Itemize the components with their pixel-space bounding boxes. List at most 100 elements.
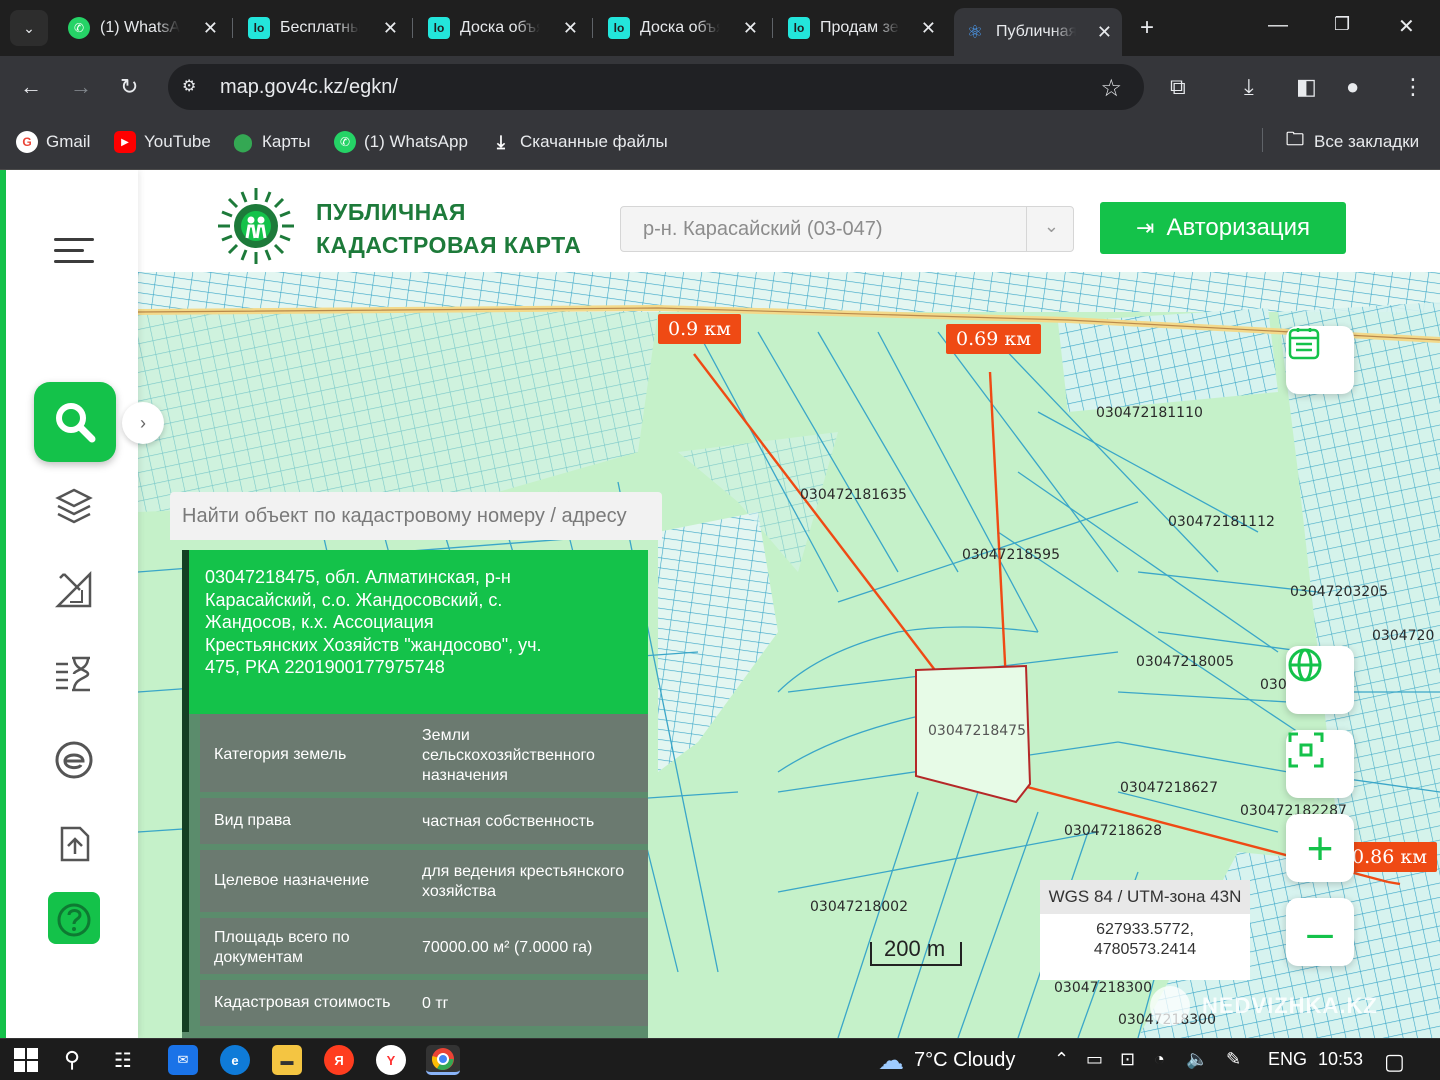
fullscreen-button[interactable]: [1286, 730, 1354, 798]
bookmark-youtube[interactable]: ▶ YouTube: [114, 131, 211, 153]
yandex-browser-icon[interactable]: Я: [324, 1045, 354, 1075]
mail-app-icon[interactable]: ✉: [168, 1045, 198, 1075]
new-tab-button[interactable]: +: [1140, 14, 1154, 42]
close-icon[interactable]: ✕: [743, 18, 758, 39]
forward-icon[interactable]: →: [70, 74, 92, 100]
login-button[interactable]: ⇥ Авторизация: [1100, 202, 1346, 254]
close-icon[interactable]: ✕: [921, 18, 936, 39]
side-panel-icon[interactable]: ◧: [1296, 74, 1317, 100]
volume-icon[interactable]: 🔈: [1186, 1049, 1208, 1070]
layers-icon: [55, 488, 93, 524]
chevron-up-icon[interactable]: ⌃: [1054, 1049, 1069, 1070]
back-icon[interactable]: ←: [20, 74, 42, 100]
plus-icon: +: [1306, 822, 1334, 874]
attribute-row: Категория земель Земли сельскохозяйствен…: [200, 714, 648, 798]
expand-panel-button[interactable]: ›: [122, 402, 164, 444]
extensions-icon[interactable]: ⧉: [1170, 74, 1186, 100]
all-bookmarks[interactable]: 🗀 Все закладки: [1284, 129, 1419, 153]
layers-button[interactable]: [50, 482, 98, 530]
ruler-icon: [54, 570, 92, 608]
pen-icon[interactable]: ✎: [1226, 1049, 1241, 1070]
egkn-button[interactable]: [50, 736, 98, 784]
clock[interactable]: 10:53: [1318, 1049, 1363, 1070]
bookmark-star-icon[interactable]: ☆: [1100, 74, 1122, 103]
tab-whatsapp[interactable]: ✆ (1) WhatsApp ✕: [58, 8, 228, 48]
profile-icon[interactable]: ●: [1346, 74, 1359, 100]
cloud-icon: ☁: [878, 1044, 904, 1075]
device-icon[interactable]: ⊡: [1120, 1049, 1135, 1070]
measure-button[interactable]: [50, 566, 98, 614]
url-text[interactable]: map.gov4c.kz/egkn/: [220, 76, 398, 99]
language-indicator[interactable]: ENG: [1268, 1049, 1307, 1070]
globe-button[interactable]: [1286, 646, 1354, 714]
attribute-key: Категория земель: [214, 746, 347, 763]
help-button[interactable]: [48, 892, 100, 944]
chrome-icon[interactable]: [426, 1045, 460, 1075]
site-header: ПУБЛИЧНАЯ КАДАСТРОВАЯ КАРТА р-н. Карасай…: [138, 170, 1440, 272]
bookmark-maps[interactable]: ⬤ Карты: [232, 131, 311, 153]
parcel-label: 030: [1260, 677, 1287, 693]
parcel-label: 030472181110: [1096, 405, 1203, 421]
whatsapp-icon: ✆: [68, 17, 90, 39]
attribute-row: Вид права частная собственность: [200, 798, 648, 850]
start-button[interactable]: [14, 1047, 38, 1073]
tab-olx-1[interactable]: lo Бесплатные объявления ✕: [238, 8, 408, 48]
zoom-in-button[interactable]: +: [1286, 814, 1354, 882]
cadastral-search-box: [170, 492, 662, 540]
file-explorer-icon[interactable]: ▬: [272, 1045, 302, 1075]
restore-icon[interactable]: ❐: [1334, 14, 1350, 35]
weather-widget[interactable]: ☁ 7°C Cloudy: [878, 1044, 1015, 1075]
battery-icon[interactable]: ▭: [1086, 1049, 1103, 1070]
district-select[interactable]: р-н. Карасайский (03-047) ⌄: [620, 206, 1074, 252]
bookmark-downloads[interactable]: ⤓ Скачанные файлы: [490, 131, 668, 153]
attribute-key: Вид права: [214, 812, 292, 829]
tab-cadastral-map[interactable]: ⚛ Публичная кадастровая карта ✕: [954, 8, 1122, 56]
tab-title: Доска объявлений: [460, 19, 540, 36]
tab-olx-4[interactable]: lo Продам земельный участок ✕: [778, 8, 946, 48]
menu-icon[interactable]: [54, 238, 94, 266]
tab-title: Продам земельный участок: [820, 19, 900, 36]
site-brand: ПУБЛИЧНАЯ КАДАСТРОВАЯ КАРТА: [316, 199, 582, 258]
address-bar[interactable]: ⚙ map.gov4c.kz/egkn/ ☆: [168, 64, 1144, 110]
bookmark-gmail[interactable]: G Gmail: [16, 131, 90, 153]
reload-icon[interactable]: ↻: [120, 74, 138, 100]
zoom-out-button[interactable]: –: [1286, 898, 1354, 966]
attribute-key: Целевое назначение: [214, 872, 370, 889]
parcel-label: 03047218627: [1120, 780, 1218, 796]
close-window-icon[interactable]: ✕: [1398, 14, 1415, 39]
yandex-icon[interactable]: Y: [376, 1045, 406, 1075]
tab-olx-3[interactable]: lo Доска объявлений ✕: [598, 8, 768, 48]
notifications-icon[interactable]: ▢: [1384, 1049, 1405, 1075]
close-icon[interactable]: ✕: [563, 18, 578, 39]
browser-tab-strip: ⌄ ✆ (1) WhatsApp ✕ lo Бесплатные объявле…: [0, 0, 1440, 56]
layers-list-button[interactable]: [1286, 326, 1354, 394]
parcel-label: 03047218595: [962, 547, 1060, 563]
tab-title: Доска объявлений: [640, 19, 720, 36]
crs-label[interactable]: WGS 84 / UTM-зона 43N: [1040, 880, 1250, 914]
menu-kebab-icon[interactable]: ⋮: [1402, 74, 1424, 100]
chevron-down-icon: ⌄: [1043, 216, 1059, 236]
site-settings-icon[interactable]: ⚙: [182, 76, 196, 96]
attribute-row: Кадастровая стоимость 0 тг: [200, 980, 648, 1032]
close-icon[interactable]: ✕: [1097, 22, 1112, 43]
selected-parcel-label[interactable]: 03047218475: [928, 723, 1026, 739]
history-button[interactable]: [50, 650, 98, 698]
folder-icon: 🗀: [1286, 129, 1304, 149]
edge-icon[interactable]: e: [220, 1045, 250, 1075]
wifi-icon[interactable]: ◔: [1154, 1049, 1165, 1070]
task-view-icon[interactable]: ☷: [114, 1047, 132, 1073]
attribute-value: 70000.00 м² (7.0000 га): [422, 939, 593, 956]
close-icon[interactable]: ✕: [383, 18, 398, 39]
upload-button[interactable]: [50, 820, 98, 868]
minimize-icon[interactable]: —: [1268, 14, 1288, 37]
bookmark-whatsapp[interactable]: ✆ (1) WhatsApp: [334, 131, 468, 153]
attribute-value: частная собственность: [422, 813, 595, 830]
cadastral-search-input[interactable]: [170, 492, 662, 540]
search-tool-button[interactable]: [34, 382, 116, 462]
tab-olx-2[interactable]: lo Доска объявлений ✕: [418, 8, 588, 48]
search-icon[interactable]: ⚲: [64, 1047, 80, 1073]
tab-search-button[interactable]: ⌄: [10, 10, 48, 46]
download-icon[interactable]: ⤓: [1244, 74, 1254, 100]
olx-icon: lo: [608, 17, 630, 39]
close-icon[interactable]: ✕: [203, 18, 218, 39]
